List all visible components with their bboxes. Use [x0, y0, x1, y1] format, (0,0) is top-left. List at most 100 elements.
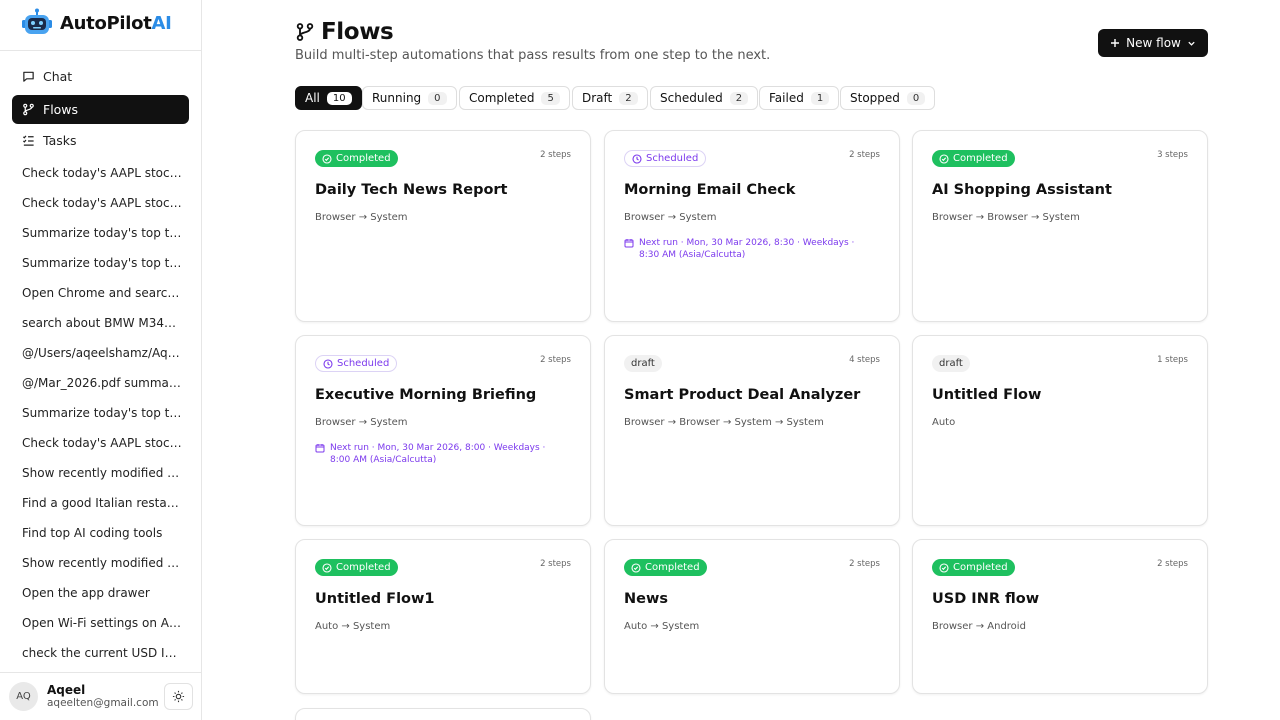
history-item[interactable]: Summarize today's top tec... [22, 255, 182, 271]
history-item[interactable]: Summarize today's top tec... [22, 405, 182, 421]
tasks-icon [22, 135, 34, 146]
sun-icon [172, 690, 185, 703]
history-item[interactable]: Summarize today's top tec... [22, 225, 182, 241]
filter-scheduled[interactable]: Scheduled 2 [650, 86, 759, 110]
flow-card[interactable]: Scheduled 2 steps Executive Morning Briefi… [295, 335, 591, 526]
flow-card[interactable]: Scheduled 2 steps Morning Email Check Brows… [604, 130, 900, 322]
theme-toggle-button[interactable] [164, 683, 193, 710]
check-circle-icon [322, 153, 332, 164]
status-badge: Completed [315, 150, 398, 167]
history-item[interactable]: Find top AI coding tools [22, 525, 182, 541]
filter-label: Completed [469, 91, 535, 105]
filter-count-badge: 1 [810, 91, 830, 105]
flow-path: Browser → Android [932, 621, 1026, 632]
flow-title: Untitled Flow1 [315, 591, 435, 607]
status-badge: Completed [624, 559, 707, 576]
step-count: 2 steps [540, 150, 571, 160]
nav-item-tasks[interactable]: Tasks [12, 126, 189, 155]
status-badge: Completed [932, 559, 1015, 576]
filter-count-badge: 2 [619, 91, 638, 105]
flow-card[interactable] [295, 708, 591, 720]
status-label: draft [939, 358, 963, 369]
nav-item-chat[interactable]: Chat [12, 62, 189, 91]
next-run-text: Next run · Mon, 30 Mar 2026, 8:30 · Week… [639, 238, 855, 260]
status-badge: Completed [932, 150, 1015, 167]
step-count: 2 steps [849, 559, 880, 569]
flow-card[interactable]: Completed 2 steps Daily Tech News Report Br… [295, 130, 591, 322]
filter-count-badge: 0 [428, 91, 447, 105]
user-email: aqeelten@gmail.com [47, 697, 159, 709]
clock-icon [632, 153, 642, 164]
next-run-info: Next run · Mon, 30 Mar 2026, 8:00 · Week… [315, 442, 565, 466]
status-label: Completed [645, 562, 700, 573]
next-run-text: Next run · Mon, 30 Mar 2026, 8:00 · Week… [330, 443, 546, 465]
history-item[interactable]: check the current USD IN... [22, 645, 182, 661]
flow-path: Browser → System [624, 212, 717, 223]
flow-card[interactable]: Completed 2 steps News Auto → System [604, 539, 900, 694]
check-circle-icon [939, 562, 949, 573]
history-item[interactable]: Open Wi-Fi settings on An... [22, 615, 182, 631]
user-name: Aqeel [47, 683, 86, 697]
flow-card[interactable]: Completed 2 steps USD INR flow Browser → An… [912, 539, 1208, 694]
status-badge: Scheduled [624, 150, 707, 167]
flow-title: USD INR flow [932, 591, 1040, 607]
next-run-info: Next run · Mon, 30 Mar 2026, 8:30 · Week… [624, 237, 874, 261]
nav-item-label: Flows [43, 102, 79, 117]
calendar-icon [624, 239, 634, 248]
history-item[interactable]: search about BMW M340i ... [22, 315, 182, 331]
chevron-down-icon [1188, 41, 1195, 46]
avatar[interactable]: AQ [9, 682, 38, 711]
flow-icon [23, 103, 34, 116]
flow-card[interactable]: Completed 2 steps Untitled Flow1 Auto → Sys… [295, 539, 591, 694]
flow-card[interactable]: draft 1 steps Untitled Flow Auto [912, 335, 1208, 526]
flow-title: Daily Tech News Report [315, 182, 508, 198]
filter-stopped[interactable]: Stopped 0 [840, 86, 936, 110]
step-count: 4 steps [849, 355, 880, 365]
step-count: 2 steps [540, 559, 571, 569]
status-label: Completed [953, 153, 1008, 164]
filter-label: Scheduled [660, 91, 723, 105]
history-item[interactable]: Open the app drawer [22, 585, 182, 601]
app-name: AutoPilotAI [60, 12, 172, 34]
new-flow-button[interactable]: New flow [1098, 29, 1208, 57]
step-count: 2 steps [849, 150, 880, 160]
status-badge: draft [932, 355, 970, 372]
filter-label: Failed [769, 91, 804, 105]
flow-title: Executive Morning Briefing [315, 387, 537, 403]
filter-failed[interactable]: Failed 1 [759, 86, 840, 110]
filter-count-badge: 5 [541, 91, 560, 105]
app-logo[interactable]: AutoPilotAI [20, 8, 172, 38]
check-circle-icon [939, 153, 949, 164]
filter-label: Draft [582, 91, 613, 105]
new-flow-label: New flow [1126, 36, 1181, 50]
history-item[interactable]: @/Users/aqeelshamz/Aqe... [22, 345, 182, 361]
flow-card[interactable]: Completed 3 steps AI Shopping Assistant Bro… [912, 130, 1208, 322]
history-item[interactable]: Check today's AAPL stock ... [22, 165, 182, 181]
history-item[interactable]: @/Mar_2026.pdf summari... [22, 375, 182, 391]
history-item[interactable]: Find a good Italian restaur... [22, 495, 182, 511]
step-count: 3 steps [1157, 150, 1188, 160]
check-circle-icon [631, 562, 641, 573]
flow-path: Auto → System [315, 621, 391, 632]
page-subtitle: Build multi-step automations that pass r… [295, 48, 771, 63]
nav-item-flows[interactable]: Flows [12, 95, 189, 124]
status-label: Completed [953, 562, 1008, 573]
history-item[interactable]: Open Chrome and search f... [22, 285, 182, 301]
robot-logo-icon [20, 8, 54, 38]
history-item[interactable]: Check today's AAPL stock ... [22, 435, 182, 451]
filter-count-badge: 10 [326, 91, 352, 105]
history-item[interactable]: Show recently modified fil... [22, 465, 182, 481]
step-count: 2 steps [540, 355, 571, 365]
page-title-text: Flows [321, 19, 394, 45]
filter-completed[interactable]: Completed 5 [459, 86, 570, 110]
history-item[interactable]: Check today's AAPL stock ... [22, 195, 182, 211]
filter-running[interactable]: Running 0 [362, 86, 457, 110]
filter-draft[interactable]: Draft 2 [572, 86, 648, 110]
flow-path: Browser → Browser → System [932, 212, 1080, 223]
status-badge: Completed [315, 559, 398, 576]
flow-path: Auto [932, 417, 956, 428]
history-item[interactable]: Show recently modified fil... [22, 555, 182, 571]
filter-all[interactable]: All 10 [295, 86, 362, 110]
flow-card[interactable]: draft 4 steps Smart Product Deal Analyzer B… [604, 335, 900, 526]
nav-item-label: Chat [43, 69, 73, 84]
